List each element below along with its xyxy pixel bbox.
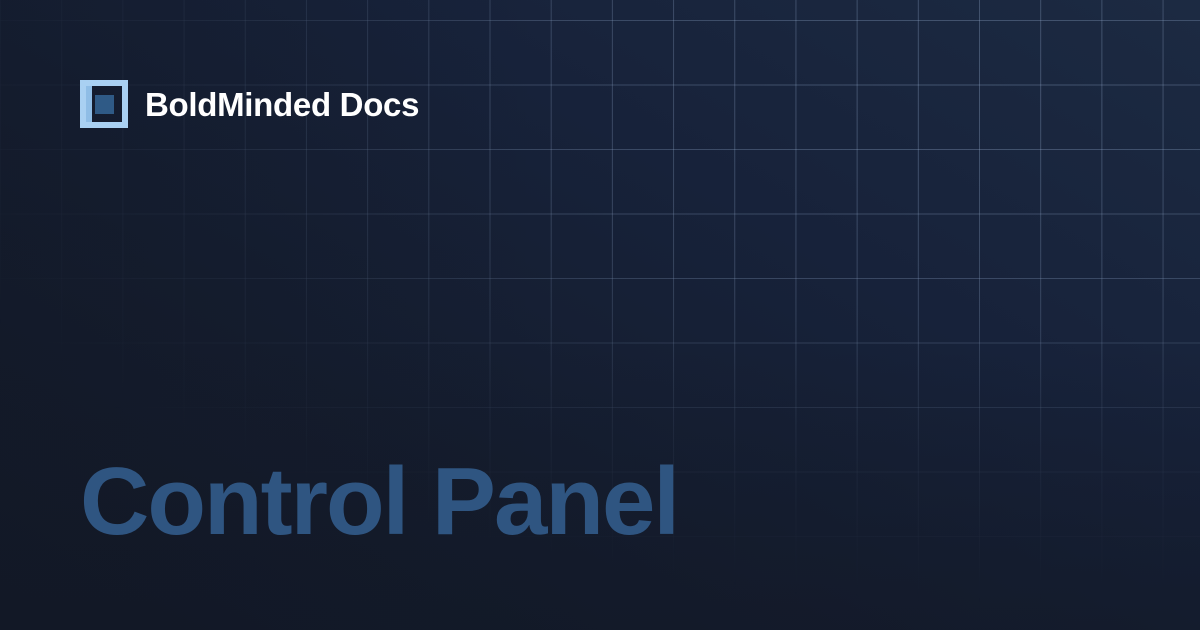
- brand-header: BoldMinded Docs: [80, 79, 419, 129]
- page-title: Control Panel: [80, 448, 680, 555]
- social-card: BoldMinded Docs Control Panel: [0, 0, 1200, 630]
- square-frame-logo-icon: [80, 80, 128, 128]
- brand-name: BoldMinded Docs: [145, 85, 420, 123]
